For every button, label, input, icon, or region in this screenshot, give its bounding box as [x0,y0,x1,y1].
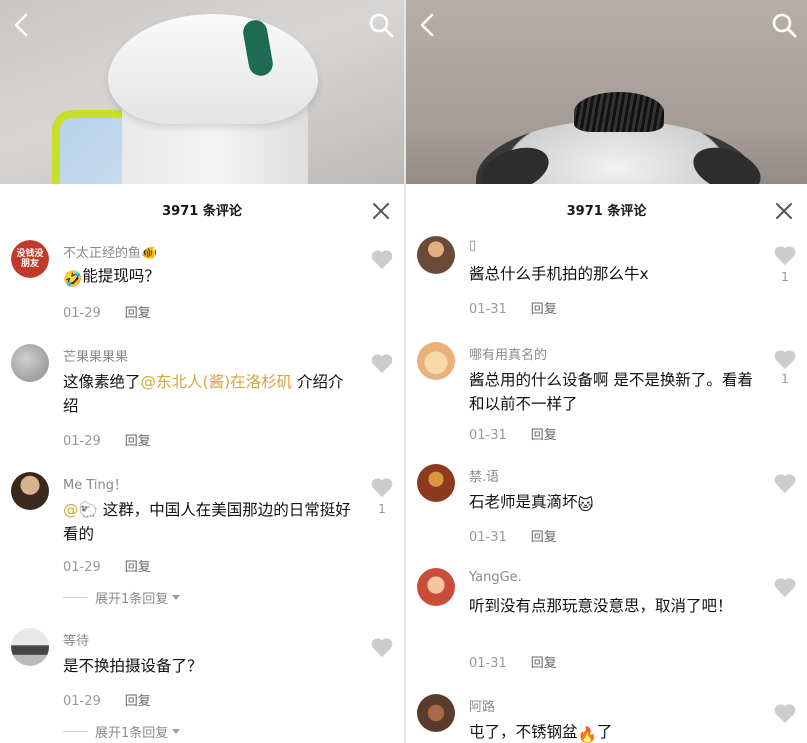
avatar[interactable] [11,628,49,666]
avatar[interactable] [417,568,455,606]
heart-icon[interactable] [773,472,797,494]
heart-icon[interactable] [370,476,394,498]
reply-button[interactable]: 回复 [531,428,557,443]
comment-text: 屯了，不锈钢盆🔥了 [469,720,764,743]
reply-button[interactable]: 回复 [531,302,557,317]
heart-icon[interactable] [773,348,797,370]
reply-button[interactable]: 回复 [531,656,557,671]
close-icon[interactable] [372,202,390,220]
heart-icon[interactable] [370,248,394,270]
avatar[interactable]: 没钱没朋友 [11,240,49,278]
close-icon[interactable] [775,202,793,220]
reply-button[interactable]: 回复 [125,560,151,575]
reply-button[interactable]: 回复 [125,306,151,321]
avatar[interactable] [11,344,49,382]
comment-sheet: 3971 条评论 没钱没朋友 不太正经的鱼🐠 🤣能提现吗？ 01-29 回复 芒果… [0,184,404,743]
username[interactable]: 哪有用真名的 [469,344,547,363]
username[interactable]: YangGe. [469,570,522,585]
avatar[interactable] [417,464,455,502]
comment-meta: 01-31 回复 [469,530,557,545]
expand-replies-button[interactable]: 展开1条回复 [63,722,181,741]
comment-text: 酱总什么手机拍的那么牛x [469,265,649,283]
reply-button[interactable]: 回复 [125,694,151,709]
like-count: 1 [781,372,789,386]
comment-meta: 01-29 回复 [63,306,151,321]
username[interactable]: 阿路 [469,696,495,715]
comment-meta: 01-29 回复 [63,560,151,575]
chevron-left-icon[interactable] [416,12,440,38]
cat-emoji: 🐱 [577,496,594,514]
heart-icon[interactable] [773,576,797,598]
mention-link[interactable]: @🐑 [63,501,98,519]
video-thumbnail[interactable] [0,0,404,184]
avatar[interactable] [417,236,455,274]
like-count: 1 [781,270,789,284]
comment-text: 🤣能提现吗？ [63,264,358,291]
comment-text: 石老师是真滴坏🐱 [469,490,764,517]
search-icon[interactable] [771,12,797,38]
comment-count-title: 3971 条评论 [162,204,242,219]
heart-icon[interactable] [773,244,797,266]
caret-down-icon [172,729,181,734]
comment-panel-left: 3971 条评论 没钱没朋友 不太正经的鱼🐠 🤣能提现吗？ 01-29 回复 芒果… [0,0,404,743]
comment-meta: 01-29 回复 [63,694,151,709]
comment-count-title: 3971 条评论 [566,204,647,219]
expand-replies-button[interactable]: 展开1条回复 [63,588,181,607]
heart-icon[interactable] [370,352,394,374]
comment-text: 这像素绝了@东北人(酱)在洛杉矶 介绍介绍 [63,373,344,415]
heart-icon[interactable] [370,636,394,658]
cup-lid-image [108,14,318,124]
username[interactable]: 等待 [63,630,89,649]
username[interactable]: Me Ting！ [63,474,127,493]
comment-panel-right: 3971 条评论 ▯ 酱总什么手机拍的那么牛x 01-31 回复 1 哪有用真名的… [406,0,807,743]
comment-meta: 01-31 回复 [469,656,557,671]
username[interactable]: 芒果果果果 [63,346,128,365]
avatar[interactable] [417,342,455,380]
comment-text: @🐑 这群，中国人在美国那边的日常挺好看的 [63,501,351,543]
username[interactable]: 禁.语 [469,466,499,485]
username[interactable]: ▯ [469,238,476,253]
fire-emoji: 🔥 [577,726,597,743]
like-count: 1 [378,502,386,516]
caret-down-icon [172,595,181,600]
search-icon[interactable] [368,12,394,38]
chevron-left-icon[interactable] [10,12,34,38]
comment-meta: 01-31 回复 [469,302,557,317]
video-thumbnail[interactable] [406,0,807,184]
mention-link[interactable]: @东北人(酱)在洛杉矶 [141,373,293,391]
comment-sheet: 3971 条评论 ▯ 酱总什么手机拍的那么牛x 01-31 回复 1 哪有用真名的… [406,184,807,743]
comment-text: 是不换拍摄设备了？ [63,657,203,675]
comment-text: 听到没有点那玩意没意思，取消了吧！ [469,597,733,615]
comment-meta: 01-31 回复 [469,428,557,443]
avatar[interactable] [11,472,49,510]
username[interactable]: 不太正经的鱼🐠 [63,242,157,261]
avatar[interactable] [417,694,455,732]
cow-hair-image [574,92,664,132]
comment-text: 酱总用的什么设备啊 是不是换新了。看着和以前不一样了 [469,371,753,413]
reply-button[interactable]: 回复 [531,530,557,545]
reply-button[interactable]: 回复 [125,434,151,449]
heart-icon[interactable] [773,702,797,724]
comment-meta: 01-29 回复 [63,434,151,449]
laugh-cry-emoji: 🤣 [63,270,83,288]
